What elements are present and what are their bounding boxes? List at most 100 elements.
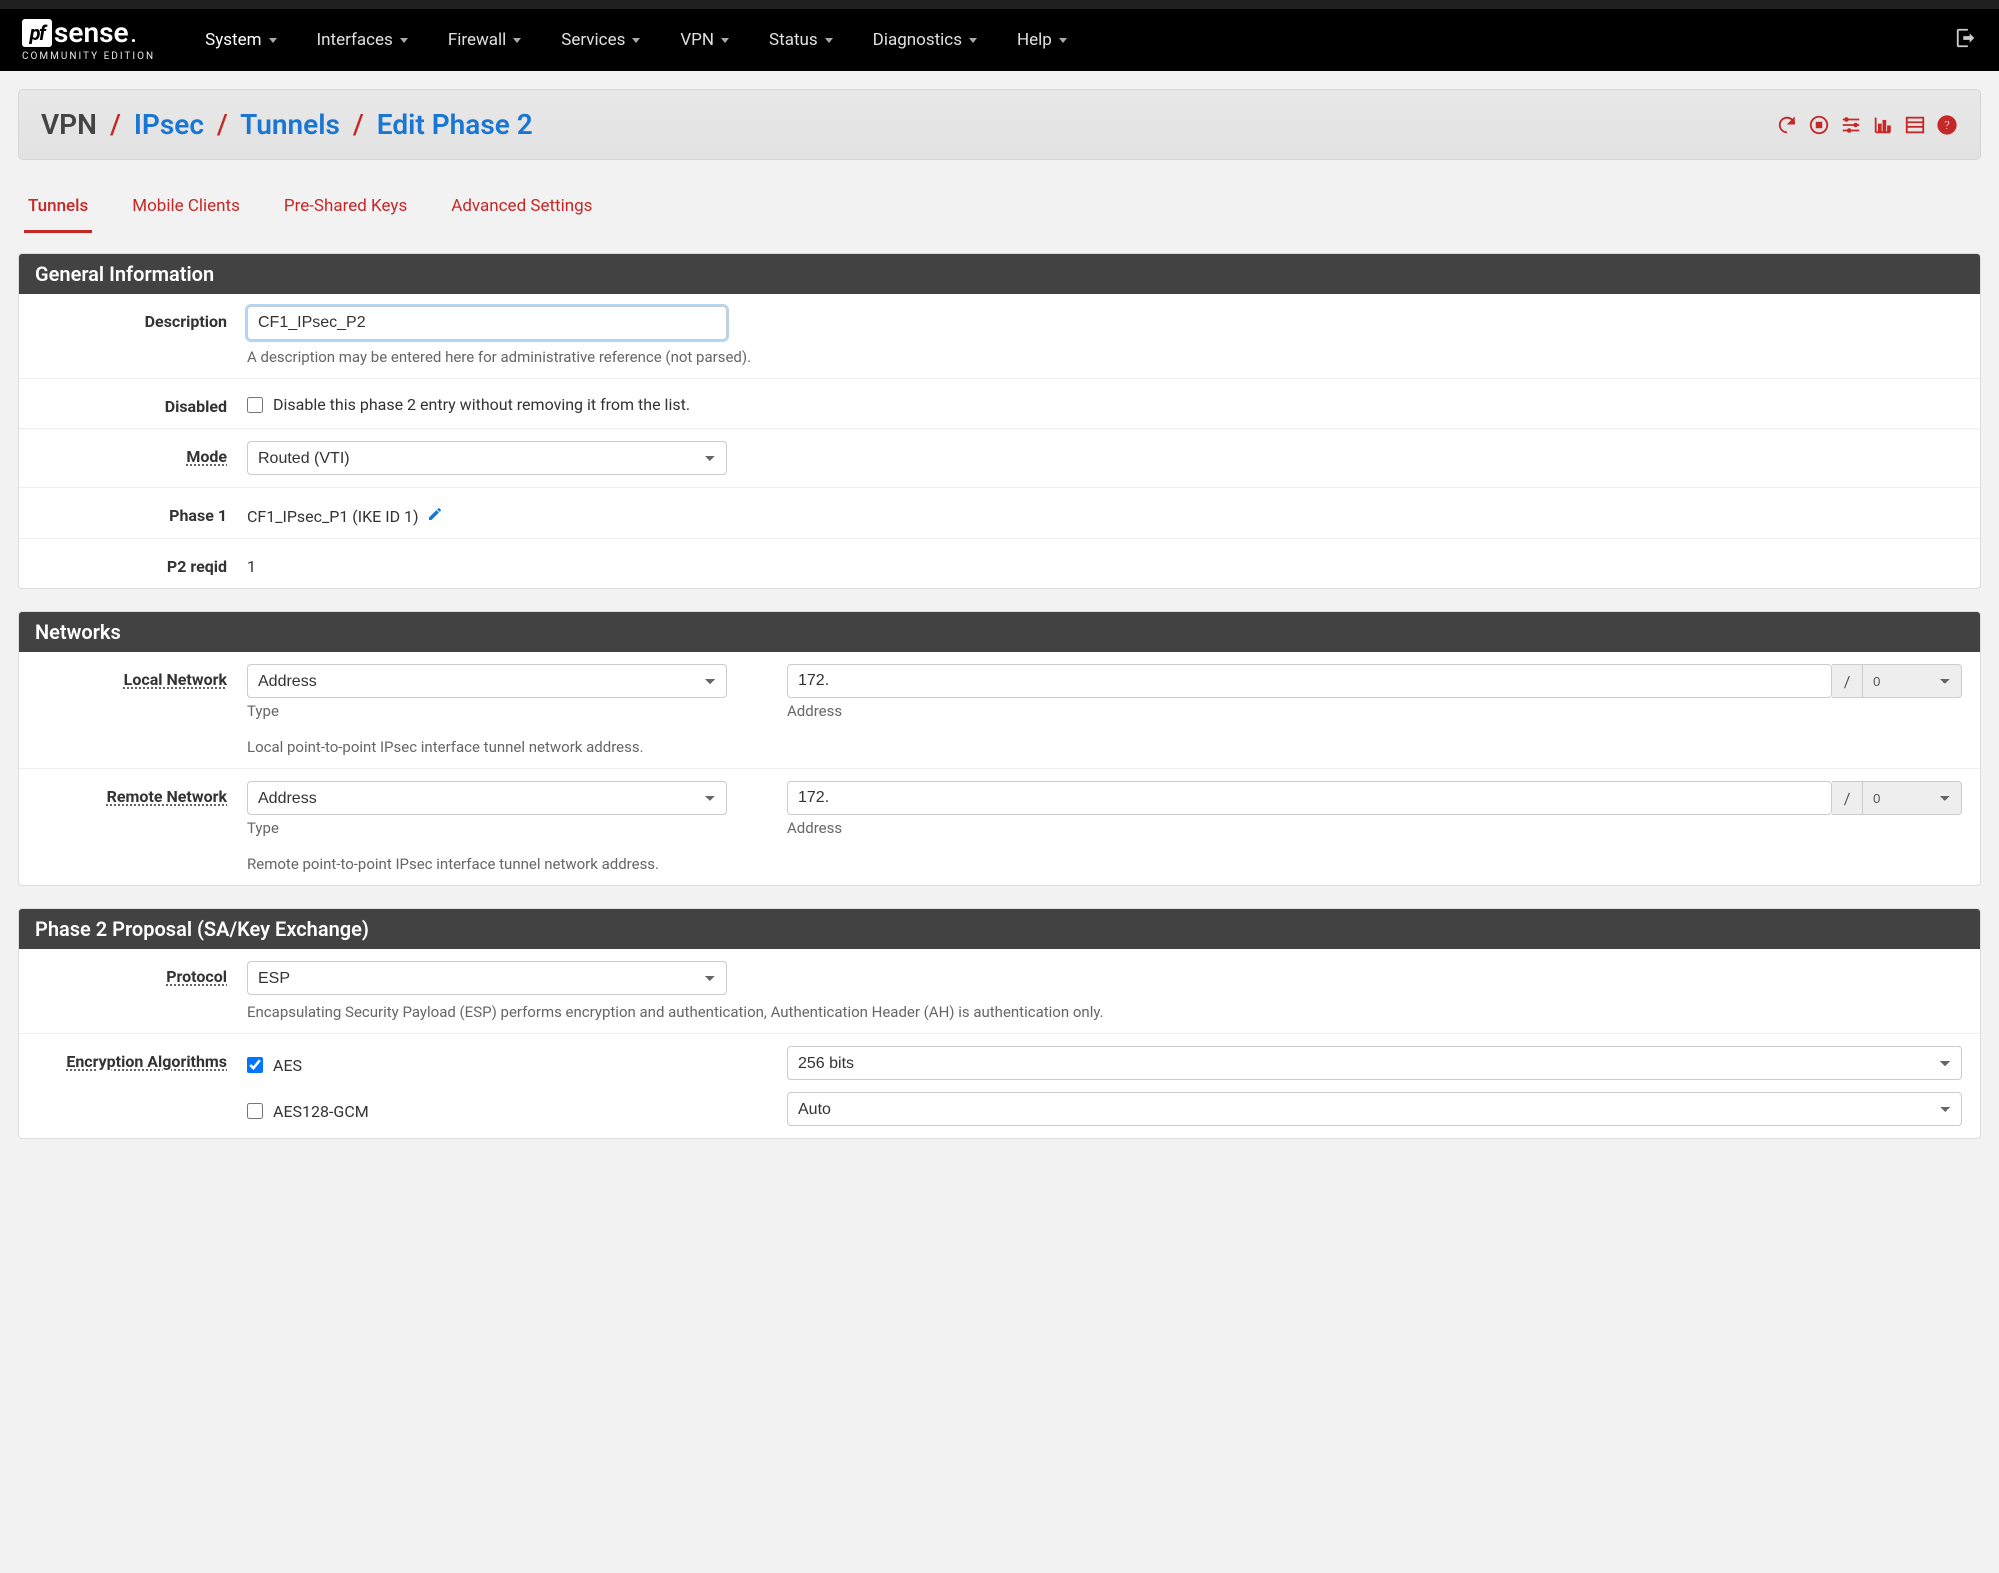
caret-down-icon — [721, 38, 729, 43]
alg-aes-label[interactable]: AES — [247, 1052, 727, 1075]
label-description: Description — [37, 306, 227, 331]
nav-label: Help — [1017, 30, 1052, 50]
tab-mobile-clients[interactable]: Mobile Clients — [128, 184, 244, 233]
nav-interfaces[interactable]: Interfaces — [297, 9, 428, 71]
nav-help[interactable]: Help — [997, 9, 1087, 71]
refresh-icon[interactable] — [1776, 114, 1798, 136]
row-local-network: Local Network Address Type / 0 — [19, 652, 1980, 769]
panel-title: Phase 2 Proposal (SA/Key Exchange) — [19, 909, 1980, 949]
panel-title: General Information — [19, 254, 1980, 294]
label-encryption: Encryption Algorithms — [37, 1046, 227, 1071]
local-help: Local point-to-point IPsec interface tun… — [247, 738, 1962, 756]
chart-icon[interactable] — [1872, 114, 1894, 136]
caret-down-icon — [1059, 38, 1067, 43]
nav-label: VPN — [680, 30, 714, 50]
nav-diagnostics[interactable]: Diagnostics — [853, 9, 997, 71]
remote-mask-select[interactable]: 0 — [1862, 781, 1962, 815]
alg-aes128gcm-bits-select[interactable]: Auto — [787, 1092, 1962, 1126]
tab-pre-shared-keys[interactable]: Pre-Shared Keys — [280, 184, 411, 233]
remote-address-input[interactable] — [787, 781, 1832, 815]
protocol-select[interactable]: ESP — [247, 961, 727, 995]
brand-logo: pfsense. — [22, 19, 155, 49]
row-disabled: Disabled Disable this phase 2 entry with… — [19, 379, 1980, 429]
caret-down-icon — [632, 38, 640, 43]
remote-help: Remote point-to-point IPsec interface tu… — [247, 855, 1962, 873]
caret-down-icon — [400, 38, 408, 43]
alg-aes-checkbox[interactable] — [247, 1057, 263, 1073]
logout-button[interactable] — [1955, 27, 1977, 54]
list-icon[interactable] — [1904, 114, 1926, 136]
window-chrome — [0, 0, 1999, 9]
nav-label: Interfaces — [317, 30, 393, 50]
brand-subtitle: COMMUNITY EDITION — [22, 51, 155, 62]
header-icons: ? — [1776, 114, 1958, 136]
tab-tunnels[interactable]: Tunnels — [24, 184, 92, 233]
sliders-icon[interactable] — [1840, 114, 1862, 136]
page-header: VPN / IPsec / Tunnels / Edit Phase 2 ? — [18, 89, 1981, 160]
disabled-checkbox-label[interactable]: Disable this phase 2 entry without remov… — [247, 391, 1962, 414]
label-phase1: Phase 1 — [37, 500, 227, 525]
protocol-help: Encapsulating Security Payload (ESP) per… — [247, 1003, 1962, 1021]
nav-services[interactable]: Services — [541, 9, 660, 71]
breadcrumb-sep: / — [347, 108, 370, 141]
panel-proposal: Phase 2 Proposal (SA/Key Exchange) Proto… — [18, 908, 1981, 1139]
navbar: pfsense. COMMUNITY EDITION System Interf… — [0, 9, 1999, 71]
caret-down-icon — [513, 38, 521, 43]
row-phase1: Phase 1 CF1_IPsec_P1 (IKE ID 1) — [19, 488, 1980, 539]
alg-name: AES128-GCM — [273, 1102, 369, 1121]
nav-system[interactable]: System — [185, 9, 296, 71]
panel-title: Networks — [19, 612, 1980, 652]
breadcrumb-ipsec[interactable]: IPsec — [134, 108, 204, 141]
local-mask-select[interactable]: 0 — [1862, 664, 1962, 698]
alg-aes-bits-select[interactable]: 256 bits — [787, 1046, 1962, 1080]
nav-items: System Interfaces Firewall Services VPN … — [185, 9, 1955, 71]
label-remote-network: Remote Network — [37, 781, 227, 806]
alg-aes128gcm-label[interactable]: AES128-GCM — [247, 1098, 727, 1121]
breadcrumb: VPN / IPsec / Tunnels / Edit Phase 2 — [41, 108, 533, 141]
caret-down-icon — [825, 38, 833, 43]
local-type-select[interactable]: Address — [247, 664, 727, 698]
disabled-text: Disable this phase 2 entry without remov… — [273, 395, 690, 414]
nav-label: Status — [769, 30, 818, 50]
edit-phase1-icon[interactable] — [427, 507, 443, 526]
disabled-checkbox[interactable] — [247, 397, 263, 413]
description-input[interactable] — [247, 306, 727, 340]
breadcrumb-tunnels[interactable]: Tunnels — [240, 108, 340, 141]
row-mode: Mode Routed (VTI) — [19, 429, 1980, 488]
panel-general: General Information Description A descri… — [18, 253, 1981, 589]
tab-advanced-settings[interactable]: Advanced Settings — [447, 184, 596, 233]
slash-divider: / — [1832, 664, 1862, 698]
brand[interactable]: pfsense. COMMUNITY EDITION — [22, 19, 155, 62]
logout-icon — [1955, 30, 1977, 54]
breadcrumb-current: Edit Phase 2 — [377, 108, 533, 141]
nav-vpn[interactable]: VPN — [660, 9, 749, 71]
remote-addr-sub: Address — [787, 819, 1962, 837]
local-type-sub: Type — [247, 702, 727, 720]
panel-networks: Networks Local Network Address Type — [18, 611, 1981, 886]
status-running-icon[interactable] — [1808, 114, 1830, 136]
row-enc-alg-1: AES128-GCM Auto — [19, 1086, 1980, 1138]
label-spacer — [37, 1092, 227, 1098]
alg-aes128gcm-checkbox[interactable] — [247, 1103, 263, 1119]
breadcrumb-root: VPN — [41, 108, 97, 141]
caret-down-icon — [269, 38, 277, 43]
local-address-input[interactable] — [787, 664, 1832, 698]
nav-status[interactable]: Status — [749, 9, 853, 71]
remote-type-select[interactable]: Address — [247, 781, 727, 815]
reqid-value: 1 — [247, 557, 256, 576]
label-disabled: Disabled — [37, 391, 227, 416]
local-addr-sub: Address — [787, 702, 1962, 720]
description-help: A description may be entered here for ad… — [247, 348, 1962, 366]
row-protocol: Protocol ESP Encapsulating Security Payl… — [19, 949, 1980, 1034]
tabs: Tunnels Mobile Clients Pre-Shared Keys A… — [18, 184, 1981, 233]
help-icon[interactable]: ? — [1936, 114, 1958, 136]
row-remote-network: Remote Network Address Type / 0 — [19, 769, 1980, 885]
row-description: Description A description may be entered… — [19, 294, 1980, 379]
nav-label: Firewall — [448, 30, 506, 50]
caret-down-icon — [969, 38, 977, 43]
label-protocol: Protocol — [37, 961, 227, 986]
nav-label: System — [205, 30, 261, 50]
breadcrumb-sep: / — [211, 108, 234, 141]
mode-select[interactable]: Routed (VTI) — [247, 441, 727, 475]
nav-firewall[interactable]: Firewall — [428, 9, 541, 71]
